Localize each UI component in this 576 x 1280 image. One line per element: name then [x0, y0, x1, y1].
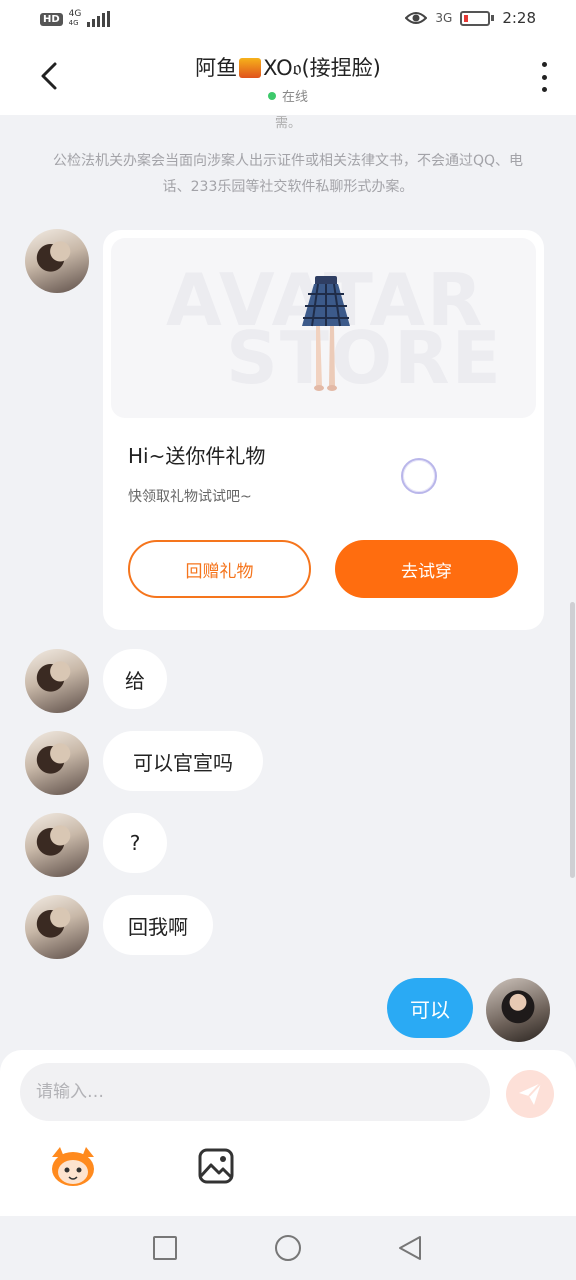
message-bubble[interactable]: 给: [103, 649, 167, 709]
title-block: 阿鱼 XO𝔬(接捏脸) 在线: [110, 52, 466, 105]
signal-3g: 3G: [435, 11, 453, 25]
chat-title: 阿鱼 XO𝔬(接捏脸): [110, 52, 466, 82]
paper-plane-icon: [519, 1082, 542, 1105]
send-icon[interactable]: [506, 1070, 554, 1118]
clock: 2:28: [502, 9, 536, 27]
return-gift-button[interactable]: 回赠礼物: [128, 540, 311, 598]
message-bubble[interactable]: ?: [103, 813, 167, 873]
message-input[interactable]: [20, 1063, 490, 1121]
system-nav-bar: [0, 1216, 576, 1280]
notice-cut-text: 需。: [274, 116, 301, 131]
gift-subtitle: 快领取礼物试试吧~: [128, 489, 252, 505]
message-bubble[interactable]: 回我啊: [103, 895, 213, 955]
gift-card[interactable]: AVATAR STORE Hi~送你件礼物 快领取礼物试试吧~ 回赠礼物 去试穿: [103, 230, 544, 630]
nav-recents-icon[interactable]: [153, 1236, 177, 1260]
my-message-bubble[interactable]: 可以: [387, 978, 473, 1038]
gift-title: Hi~送你件礼物: [128, 444, 266, 468]
chat-header: 阿鱼 XO𝔬(接捏脸) 在线: [0, 40, 576, 115]
sender-avatar[interactable]: [25, 731, 89, 795]
eye-icon: [405, 12, 428, 24]
online-dot-icon: [267, 91, 276, 100]
battery-tip: [491, 15, 495, 21]
nav-back-icon[interactable]: [397, 1234, 423, 1262]
title-suffix: XO𝔬(接捏脸): [263, 56, 381, 80]
sender-avatar[interactable]: [25, 649, 89, 713]
title-prefix: 阿鱼: [195, 56, 238, 80]
try-on-button[interactable]: 去试穿: [335, 540, 518, 598]
sender-avatar[interactable]: [25, 895, 89, 959]
online-label: 在线: [281, 90, 308, 105]
more-vert-icon[interactable]: [540, 62, 548, 92]
security-notice: 公检法机关办案会当面向涉案人出示证件或相关法律文书，不会通过QQ、电话、233乐…: [52, 153, 524, 195]
mascot-icon[interactable]: [48, 1143, 98, 1189]
battery-icon: [460, 10, 491, 26]
my-avatar[interactable]: [486, 978, 550, 1042]
image-icon[interactable]: [196, 1146, 236, 1186]
gift-banner: AVATAR STORE: [111, 238, 536, 418]
sender-avatar[interactable]: [25, 229, 89, 293]
emoji-icon: [239, 58, 262, 78]
nav-home-icon[interactable]: [275, 1235, 301, 1261]
sender-avatar[interactable]: [25, 813, 89, 877]
status-right: 3G 2:28: [405, 9, 536, 27]
loading-spinner-icon: [401, 458, 437, 494]
back-arrow-icon[interactable]: [34, 60, 66, 92]
scrollbar[interactable]: [570, 602, 575, 878]
status-bar: HD 4G 4G 3G 2:28: [0, 0, 576, 40]
input-area: [0, 1050, 576, 1216]
signal-icon: [87, 11, 111, 27]
hd-badge: HD: [40, 12, 63, 26]
status-left: HD 4G 4G: [40, 9, 111, 28]
online-status: 在线: [110, 86, 466, 105]
network-type: 4G 4G: [68, 9, 82, 28]
skirt-image: [302, 276, 350, 391]
message-bubble[interactable]: 可以官宣吗: [103, 731, 263, 791]
watermark-store: STORE: [226, 316, 503, 400]
